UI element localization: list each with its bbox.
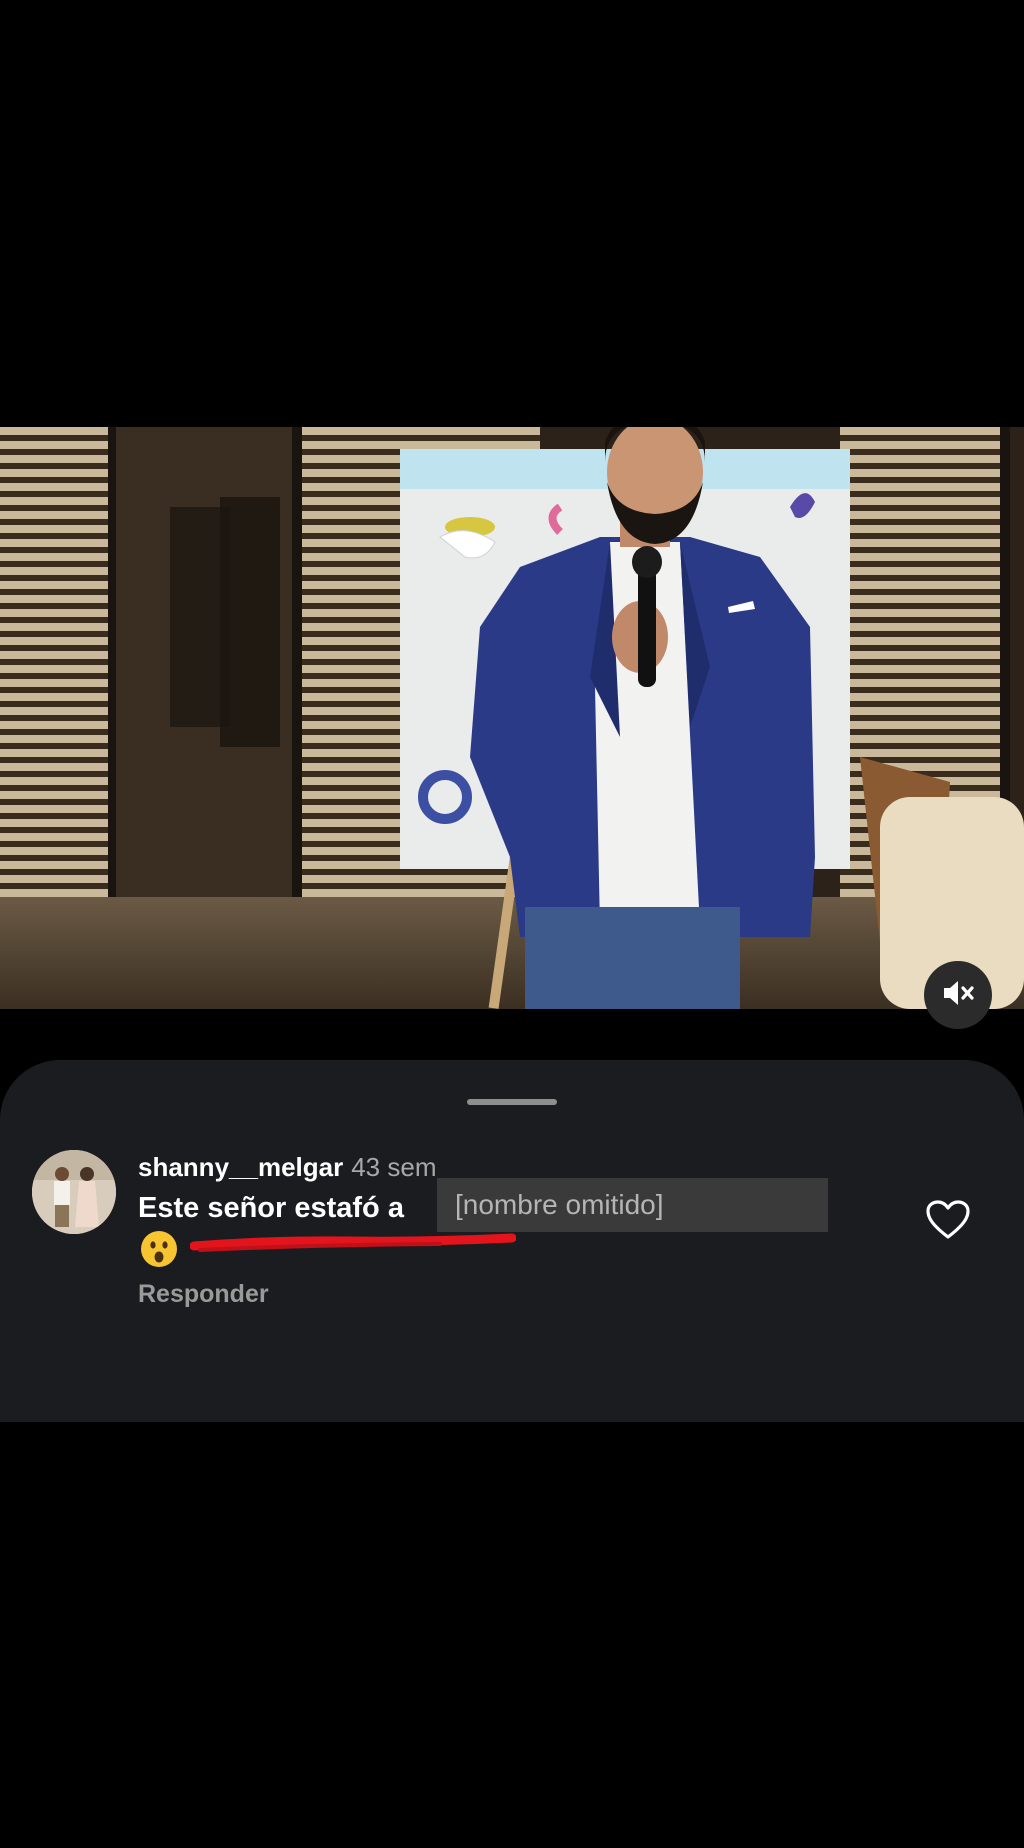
avatar[interactable] [32, 1150, 116, 1234]
drag-handle[interactable] [467, 1099, 557, 1105]
reply-button[interactable]: Responder [138, 1280, 269, 1309]
speaker-muted-icon [942, 979, 974, 1012]
heart-outline-icon [926, 1200, 970, 1244]
post-photo[interactable] [0, 427, 1024, 1009]
screen: shanny__melgar 43 sem Este señor estafó a… [0, 0, 1024, 1848]
astonished-face-emoji [140, 1230, 178, 1268]
timestamp: 43 sem [351, 1152, 437, 1182]
redacted-name-box: [nombre omitido] [437, 1178, 828, 1232]
mute-button[interactable] [924, 961, 992, 1029]
red-underline-mark [190, 1233, 516, 1252]
username[interactable]: shanny__melgar [138, 1152, 343, 1182]
like-button[interactable] [926, 1200, 976, 1246]
comment-header: shanny__melgar 43 sem [138, 1152, 436, 1183]
comment-text: Este señor estafó a [138, 1192, 404, 1224]
comment-sheet: shanny__melgar 43 sem Este señor estafó a… [0, 1060, 1024, 1422]
